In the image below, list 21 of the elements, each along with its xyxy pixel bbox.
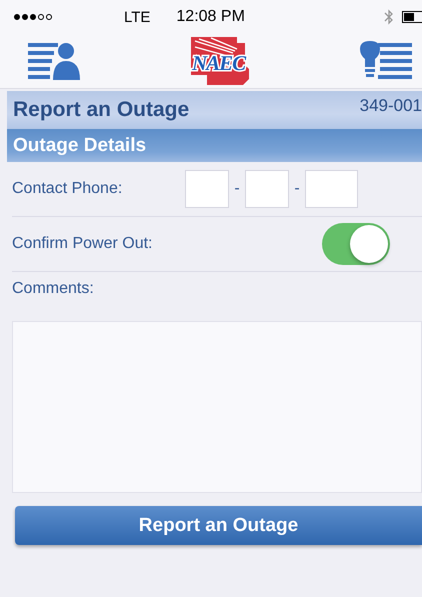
signal-icon: [14, 14, 52, 20]
phone-field[interactable]: [305, 170, 358, 208]
battery-icon: [402, 11, 422, 23]
field-label: Comments:: [12, 280, 94, 298]
phone-field[interactable]: [185, 170, 229, 208]
field-label: Confirm Power Out:: [12, 235, 152, 253]
section-title: Outage Details: [13, 134, 146, 156]
account-number: 349-001: [360, 96, 422, 116]
bluetooth-icon: [384, 9, 394, 25]
status-time: 12:08 PM: [176, 8, 245, 26]
phone-separator: -: [293, 180, 301, 198]
account-list-icon[interactable]: [28, 41, 82, 81]
page-title: Report an Outage: [13, 98, 190, 122]
comments-field[interactable]: [12, 321, 422, 493]
lightbulb-list-icon[interactable]: [358, 41, 412, 81]
report-outage-button[interactable]: Report an Outage: [15, 506, 422, 545]
phone-separator: -: [233, 180, 241, 198]
carrier-label: LTE: [124, 8, 150, 26]
phone-field[interactable]: [245, 170, 289, 208]
field-label: Contact Phone:: [12, 180, 122, 198]
confirm-toggle[interactable]: [322, 223, 390, 265]
